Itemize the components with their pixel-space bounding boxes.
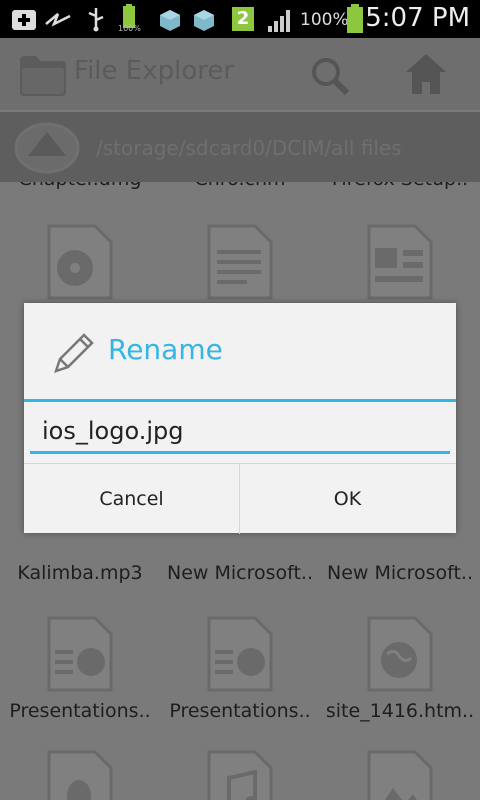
clock: 5:07 PM <box>365 3 470 33</box>
home-icon[interactable] <box>404 52 448 96</box>
file-name: Firefox Setup.. <box>320 182 480 190</box>
file-item[interactable] <box>320 748 480 800</box>
up-directory-icon[interactable] <box>14 122 80 174</box>
cancel-button[interactable]: Cancel <box>24 464 239 534</box>
app-title: File Explorer <box>74 56 235 86</box>
folder-icon[interactable] <box>18 52 68 98</box>
music-file-icon <box>207 750 273 800</box>
app-bar: File Explorer <box>0 38 480 110</box>
add-notification-icon <box>12 10 36 30</box>
app-cube-icon <box>160 10 180 31</box>
file-item[interactable]: site_1416.htm.. <box>320 614 480 724</box>
file-name: site_1416.htm.. <box>325 700 475 722</box>
app-cube-icon-2 <box>194 10 214 31</box>
disc-image-icon <box>47 224 113 300</box>
current-path: /storage/sdcard0/DCIM/all files <box>96 136 402 160</box>
file-item[interactable] <box>160 748 320 800</box>
file-name: Presentations.. <box>9 700 151 722</box>
search-icon[interactable] <box>310 56 350 96</box>
status-bar: 100% 2 100% 5:07 PM <box>0 0 480 38</box>
file-name: Chapter.dmg <box>0 182 160 190</box>
dialog-button-bar: Cancel OK <box>24 463 456 534</box>
ok-button[interactable]: OK <box>240 464 455 534</box>
presentation-icon <box>47 616 113 692</box>
battery-small-pct: 100% <box>118 24 141 33</box>
input-underline <box>30 451 450 454</box>
filename-value: ios_logo.jpg <box>42 417 184 445</box>
presentation-icon <box>207 616 273 692</box>
linux-package-icon <box>47 750 113 800</box>
path-bar: /storage/sdcard0/DCIM/all files <box>0 112 480 182</box>
pencil-icon <box>54 333 94 373</box>
file-name: New Microsoft.. <box>166 562 314 584</box>
rename-dialog: Rename ios_logo.jpg Cancel OK <box>24 303 456 534</box>
word-document-icon <box>367 224 433 300</box>
file-name: Kalimba.mp3 <box>17 562 143 584</box>
file-name: New Microsoft.. <box>326 562 474 584</box>
battery-percent: 100% <box>300 10 349 30</box>
signature-icon <box>45 13 71 27</box>
title-divider <box>24 399 456 402</box>
filename-input[interactable]: ios_logo.jpg <box>30 411 450 455</box>
text-document-icon <box>207 224 273 300</box>
file-name: Chro.chm <box>160 182 320 190</box>
web-page-icon <box>367 616 433 692</box>
notification-badge: 2 <box>232 7 254 31</box>
battery-icon <box>347 4 363 33</box>
dialog-title: Rename <box>108 333 223 366</box>
file-item[interactable] <box>0 748 160 800</box>
image-file-icon <box>367 750 433 800</box>
file-item[interactable]: Presentations.. <box>160 614 320 724</box>
usb-icon <box>88 8 104 32</box>
file-item[interactable]: Presentations.. <box>0 614 160 724</box>
file-name: Presentations.. <box>169 700 311 722</box>
signal-icon <box>268 10 290 32</box>
